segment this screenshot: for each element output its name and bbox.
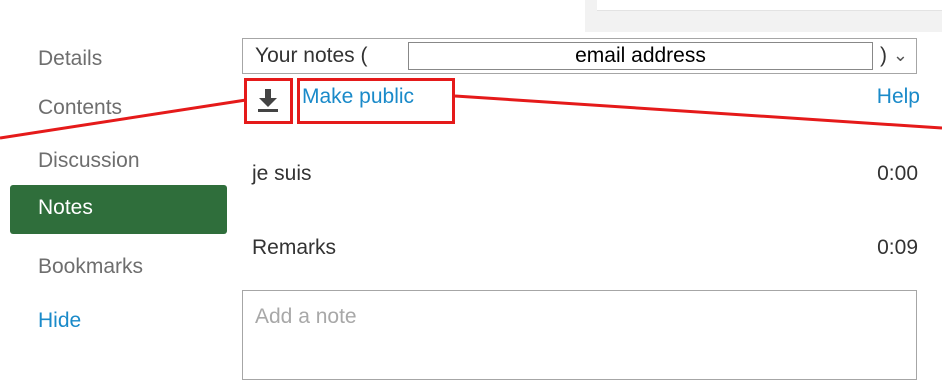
help-link[interactable]: Help bbox=[877, 85, 920, 109]
highlight-make-public-box bbox=[297, 78, 455, 124]
add-note-input[interactable]: Add a note bbox=[242, 290, 917, 380]
chevron-down-icon[interactable]: ⌄ bbox=[893, 45, 908, 66]
note-timestamp[interactable]: 0:09 bbox=[877, 236, 918, 260]
top-strip bbox=[585, 0, 942, 32]
top-strip-inner bbox=[597, 0, 942, 11]
sidebar-item-bookmarks[interactable]: Bookmarks bbox=[38, 254, 143, 280]
notes-scope-value: Your notes ( bbox=[255, 44, 368, 67]
notes-scope-suffix: ) bbox=[880, 44, 887, 67]
callout-line-left bbox=[0, 98, 247, 140]
note-text: je suis bbox=[252, 162, 312, 185]
sidebar-item-contents[interactable]: Contents bbox=[38, 95, 122, 121]
highlight-download-box bbox=[244, 78, 293, 124]
sidebar-item-notes-label: Notes bbox=[38, 196, 93, 219]
sidebar-item-notes[interactable]: Notes bbox=[10, 185, 227, 234]
email-redaction-overlay: email address bbox=[408, 42, 873, 70]
note-row[interactable]: je suis 0:00 bbox=[252, 162, 918, 190]
sidebar-item-discussion[interactable]: Discussion bbox=[38, 148, 140, 174]
note-timestamp[interactable]: 0:00 bbox=[877, 162, 918, 186]
add-note-placeholder: Add a note bbox=[255, 305, 357, 328]
note-row[interactable]: Remarks 0:09 bbox=[252, 236, 918, 264]
sidebar-hide-link[interactable]: Hide bbox=[38, 308, 81, 334]
note-text: Remarks bbox=[252, 236, 337, 259]
sidebar-item-details[interactable]: Details bbox=[38, 46, 102, 72]
